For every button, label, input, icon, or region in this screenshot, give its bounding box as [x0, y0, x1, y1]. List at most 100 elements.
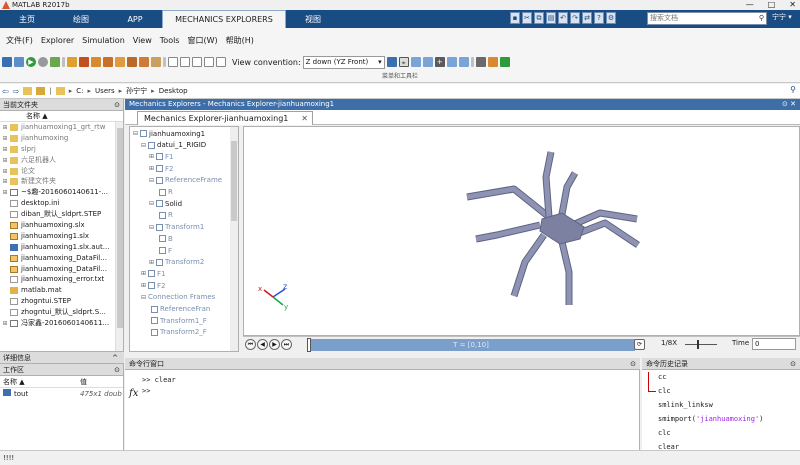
tree-toggle-icon[interactable]: ⊟ — [149, 200, 154, 207]
tree-node[interactable]: Transform2_F — [149, 327, 207, 338]
tree-node[interactable]: Transform1_F — [149, 315, 207, 326]
breadcrumb-user[interactable]: 孙宁宁 — [126, 86, 147, 96]
file-list-item[interactable]: jianhuamoxing.slx — [0, 220, 123, 231]
tree-node[interactable]: ⊟ datui_1_RIGID — [141, 140, 206, 151]
file-list-item[interactable]: ⊞ 论文 — [0, 166, 123, 177]
update-icon[interactable] — [14, 57, 24, 67]
tree-node[interactable]: ⊞ F1 — [141, 268, 166, 279]
close-icon[interactable]: ✕ — [790, 100, 796, 108]
view-iso-icon[interactable] — [151, 57, 161, 67]
tab-view[interactable]: 视图 — [286, 10, 340, 28]
tree-node[interactable]: ⊟ Transform1 — [149, 222, 204, 233]
tree-toggle-icon[interactable]: ⊟ — [133, 130, 138, 137]
settings-icon[interactable]: ⚙ — [606, 12, 616, 24]
command-prompt[interactable]: >> — [142, 387, 150, 395]
user-menu[interactable]: 宁宁 ▾ — [772, 12, 792, 22]
expand-icon[interactable]: ⊞ — [0, 176, 10, 187]
view-left-icon[interactable] — [103, 57, 113, 67]
panel-menu-icon[interactable]: ⊙ — [782, 100, 788, 108]
details-panel-header[interactable]: 详细信息 ^ — [0, 351, 124, 364]
table-row[interactable]: tout 475x1 doub — [0, 388, 123, 400]
save-icon[interactable]: ▪ — [510, 12, 520, 24]
file-list-item[interactable]: jianhuamoxing1.slx.aut... — [0, 242, 123, 253]
stop-icon[interactable] — [38, 57, 48, 67]
file-list-item[interactable]: diban_默认_sldprt.STEP — [0, 209, 123, 220]
skip-to-end-button[interactable]: ⏭ — [281, 339, 292, 350]
single-view-icon[interactable] — [168, 57, 178, 67]
tree-toggle-icon[interactable]: ⊞ — [149, 165, 154, 172]
close-tab-icon[interactable]: ✕ — [301, 112, 308, 126]
tree-node[interactable]: ReferenceFran — [149, 304, 210, 315]
view-back-icon[interactable] — [91, 57, 101, 67]
tree-node[interactable]: ⊞ Transform2 — [149, 257, 204, 268]
menu-file[interactable]: 文件(F) — [6, 35, 33, 46]
file-list-item[interactable]: desktop.ini — [0, 198, 123, 209]
switch-window-icon[interactable]: ⇄ — [582, 12, 592, 24]
expand-icon[interactable]: ^ — [112, 352, 118, 364]
tree-node[interactable]: R — [157, 210, 173, 221]
view-right-icon[interactable] — [115, 57, 125, 67]
file-list-item[interactable]: ⊞ 六足机器人 — [0, 155, 123, 166]
open-model-icon[interactable] — [2, 57, 12, 67]
panel-menu-icon[interactable]: ⊙ — [114, 99, 120, 111]
time-slider-handle[interactable] — [307, 338, 311, 352]
run-icon[interactable]: ▶ — [26, 57, 36, 67]
menu-window[interactable]: 窗口(W) — [187, 35, 217, 46]
tree-toggle-icon[interactable]: ⊟ — [149, 177, 154, 184]
redo-icon[interactable]: ↷ — [570, 12, 580, 24]
back-arrow-icon[interactable]: ⇦ — [2, 87, 9, 96]
tree-node[interactable]: ⊞ F2 — [149, 163, 174, 174]
3d-viewport[interactable]: z y x — [243, 126, 800, 336]
function-browser-icon[interactable]: fx — [129, 388, 138, 399]
history-item[interactable]: clc — [658, 429, 671, 437]
view-front-icon[interactable] — [79, 57, 89, 67]
documentation-search-input[interactable]: 搜索文档 ⚲ — [647, 12, 767, 25]
column-header-name[interactable]: 名称 ▲ — [0, 111, 123, 122]
tree-node[interactable]: ⊟ Solid — [149, 198, 182, 209]
menu-help[interactable]: 帮助(H) — [226, 35, 254, 46]
tree-node[interactable]: B — [157, 233, 173, 244]
column-header-name[interactable]: 名称 ▲ — [0, 376, 80, 387]
menu-tools[interactable]: Tools — [160, 36, 180, 45]
cut-icon[interactable]: ✂ — [522, 12, 532, 24]
history-item[interactable]: smlink_linksw — [658, 401, 713, 409]
file-list-item[interactable]: jianhuamoxing1.slx — [0, 231, 123, 242]
copy-icon[interactable]: ⧉ — [534, 12, 544, 24]
play-button[interactable]: ▶ — [269, 339, 280, 350]
file-list-item[interactable]: jianhuamoxing_DataFil... — [0, 253, 123, 264]
expand-icon[interactable]: ⊞ — [0, 166, 10, 177]
breadcrumb-drive[interactable]: C: — [76, 87, 83, 95]
zoom-icon[interactable] — [446, 57, 457, 67]
browse-folder-icon[interactable] — [23, 87, 33, 95]
tree-toggle-icon[interactable]: ⊞ — [141, 270, 146, 277]
skip-to-start-button[interactable]: ⏮ — [245, 339, 256, 350]
record-icon[interactable] — [499, 57, 510, 67]
file-list-item[interactable]: ⊞ 新建文件夹 — [0, 176, 123, 187]
search-icon[interactable]: ⚲ — [759, 13, 764, 24]
step-back-button[interactable]: ◀ — [257, 339, 268, 350]
tile-view-icon[interactable] — [204, 57, 214, 67]
file-list-item[interactable]: ⊞ ~$趣-2016060140611-... — [0, 187, 123, 198]
history-item[interactable]: clc — [658, 387, 671, 395]
expand-icon[interactable]: ⊞ — [0, 133, 10, 144]
tree-node[interactable]: ⊟ Connection Frames — [141, 292, 215, 303]
maximize-button[interactable]: □ — [768, 0, 776, 9]
file-list-item[interactable]: matlab.mat — [0, 285, 123, 296]
menu-view[interactable]: View — [133, 36, 152, 45]
four-view-icon[interactable] — [192, 57, 202, 67]
menu-explorer[interactable]: Explorer — [41, 36, 74, 45]
column-header-value[interactable]: 值 — [80, 376, 87, 387]
rotate-icon[interactable] — [386, 57, 397, 67]
tree-toggle-icon[interactable]: ⊟ — [141, 294, 146, 301]
tree-toggle-icon[interactable]: ⊞ — [149, 153, 154, 160]
lighting-icon[interactable] — [487, 57, 498, 67]
menu-simulation[interactable]: Simulation — [82, 36, 125, 45]
file-list-item[interactable]: zhogntui_默认_sldprt.S... — [0, 307, 123, 318]
breadcrumb-desktop[interactable]: Desktop — [159, 87, 188, 95]
file-list-item[interactable]: ⊞ slprj — [0, 144, 123, 155]
tree-node[interactable]: F — [157, 245, 172, 256]
file-list-item[interactable]: zhogntui.STEP — [0, 296, 123, 307]
pause-icon[interactable] — [50, 57, 60, 67]
tree-toggle-icon[interactable]: ⊞ — [149, 259, 154, 266]
select-icon[interactable]: ⌖ — [398, 57, 409, 67]
